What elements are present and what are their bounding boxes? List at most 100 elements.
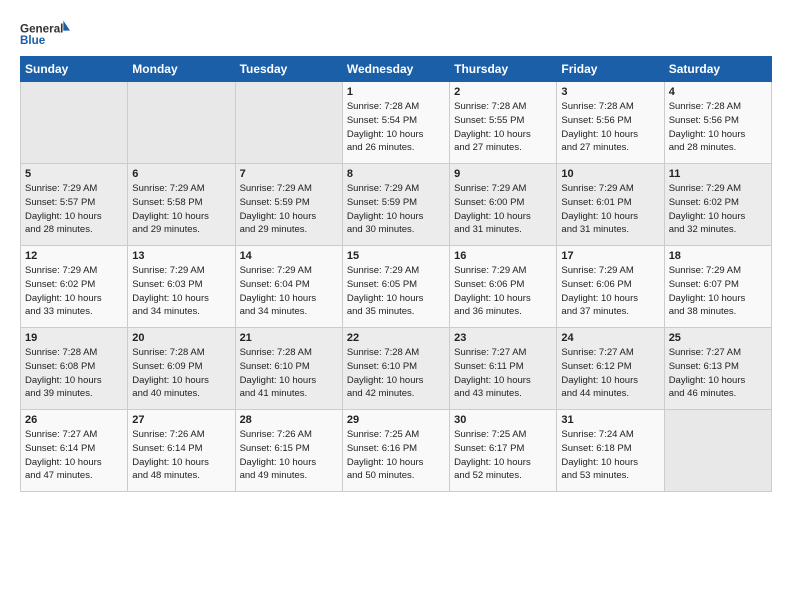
calendar-cell (235, 82, 342, 164)
calendar-cell: 29Sunrise: 7:25 AM Sunset: 6:16 PM Dayli… (342, 410, 449, 492)
day-info: Sunrise: 7:28 AM Sunset: 6:08 PM Dayligh… (25, 346, 123, 401)
weekday-header-sunday: Sunday (21, 57, 128, 82)
day-info: Sunrise: 7:29 AM Sunset: 6:01 PM Dayligh… (561, 182, 659, 237)
day-info: Sunrise: 7:28 AM Sunset: 6:09 PM Dayligh… (132, 346, 230, 401)
weekday-header-saturday: Saturday (664, 57, 771, 82)
day-number: 18 (669, 250, 767, 262)
weekday-header-friday: Friday (557, 57, 664, 82)
calendar-cell: 28Sunrise: 7:26 AM Sunset: 6:15 PM Dayli… (235, 410, 342, 492)
day-number: 7 (240, 168, 338, 180)
day-info: Sunrise: 7:29 AM Sunset: 6:03 PM Dayligh… (132, 264, 230, 319)
calendar-cell: 15 Sunrise: 7:29 AM Sunset: 6:05 PM Dayli… (342, 246, 449, 328)
day-info: Sunrise: 7:29 AM Sunset: 6:06 PM Dayligh… (454, 264, 552, 319)
calendar-cell: 3 Sunrise: 7:28 AM Sunset: 5:56 PM Daylig… (557, 82, 664, 164)
day-number: 14 (240, 250, 338, 262)
calendar-cell: 11 Sunrise: 7:29 AM Sunset: 6:02 PM Dayli… (664, 164, 771, 246)
day-info: Sunrise: 7:28 AM Sunset: 6:10 PM Dayligh… (240, 346, 338, 401)
svg-text:Blue: Blue (20, 34, 46, 47)
calendar-cell: 4Sunrise: 7:28 AM Sunset: 5:56 PM Daylig… (664, 82, 771, 164)
day-number: 15 (347, 250, 445, 262)
calendar-table: SundayMondayTuesdayWednesdayThursdayFrid… (20, 56, 772, 492)
calendar-cell (128, 82, 235, 164)
week-row-5: 26 Sunrise: 7:27 AM Sunset: 6:14 PM Dayli… (21, 410, 772, 492)
calendar-cell: 10 Sunrise: 7:29 AM Sunset: 6:01 PM Dayli… (557, 164, 664, 246)
calendar-cell: 23 Sunrise: 7:27 AM Sunset: 6:11 PM Dayli… (450, 328, 557, 410)
calendar-cell: 19Sunrise: 7:28 AM Sunset: 6:08 PM Dayli… (21, 328, 128, 410)
week-row-2: 5Sunrise: 7:29 AM Sunset: 5:57 PM Daylig… (21, 164, 772, 246)
week-row-1: 1Sunrise: 7:28 AM Sunset: 5:54 PM Daylig… (21, 82, 772, 164)
weekday-header-thursday: Thursday (450, 57, 557, 82)
page: GeneralBlue SundayMondayTuesdayWednesday… (0, 0, 792, 612)
day-info: Sunrise: 7:29 AM Sunset: 6:00 PM Dayligh… (454, 182, 552, 237)
day-number: 8 (347, 168, 445, 180)
calendar-cell: 7 Sunrise: 7:29 AM Sunset: 5:59 PM Daylig… (235, 164, 342, 246)
calendar-cell: 30Sunrise: 7:25 AM Sunset: 6:17 PM Dayli… (450, 410, 557, 492)
day-number: 11 (669, 168, 767, 180)
day-number: 28 (240, 414, 338, 426)
day-info: Sunrise: 7:29 AM Sunset: 5:58 PM Dayligh… (132, 182, 230, 237)
day-info: Sunrise: 7:29 AM Sunset: 6:02 PM Dayligh… (25, 264, 123, 319)
calendar-cell: 31 Sunrise: 7:24 AM Sunset: 6:18 PM Dayli… (557, 410, 664, 492)
calendar-cell: 12 Sunrise: 7:29 AM Sunset: 6:02 PM Dayli… (21, 246, 128, 328)
day-info: Sunrise: 7:27 AM Sunset: 6:11 PM Dayligh… (454, 346, 552, 401)
calendar-cell: 6 Sunrise: 7:29 AM Sunset: 5:58 PM Daylig… (128, 164, 235, 246)
day-number: 24 (561, 332, 659, 344)
day-number: 2 (454, 86, 552, 98)
week-row-4: 19Sunrise: 7:28 AM Sunset: 6:08 PM Dayli… (21, 328, 772, 410)
day-number: 23 (454, 332, 552, 344)
day-info: Sunrise: 7:28 AM Sunset: 5:56 PM Dayligh… (561, 100, 659, 155)
calendar-cell: 16Sunrise: 7:29 AM Sunset: 6:06 PM Dayli… (450, 246, 557, 328)
day-info: Sunrise: 7:29 AM Sunset: 5:57 PM Dayligh… (25, 182, 123, 237)
day-number: 10 (561, 168, 659, 180)
calendar-cell: 22Sunrise: 7:28 AM Sunset: 6:10 PM Dayli… (342, 328, 449, 410)
day-info: Sunrise: 7:24 AM Sunset: 6:18 PM Dayligh… (561, 428, 659, 483)
weekday-header-tuesday: Tuesday (235, 57, 342, 82)
calendar-cell: 9 Sunrise: 7:29 AM Sunset: 6:00 PM Daylig… (450, 164, 557, 246)
header: GeneralBlue (20, 18, 772, 50)
day-info: Sunrise: 7:29 AM Sunset: 5:59 PM Dayligh… (347, 182, 445, 237)
day-number: 26 (25, 414, 123, 426)
day-number: 31 (561, 414, 659, 426)
calendar-cell: 13 Sunrise: 7:29 AM Sunset: 6:03 PM Dayli… (128, 246, 235, 328)
day-info: Sunrise: 7:28 AM Sunset: 5:56 PM Dayligh… (669, 100, 767, 155)
day-number: 12 (25, 250, 123, 262)
calendar-cell: 24 Sunrise: 7:27 AM Sunset: 6:12 PM Dayli… (557, 328, 664, 410)
logo-svg: GeneralBlue (20, 18, 70, 50)
calendar-cell: 17Sunrise: 7:29 AM Sunset: 6:06 PM Dayli… (557, 246, 664, 328)
calendar-cell: 2 Sunrise: 7:28 AM Sunset: 5:55 PM Daylig… (450, 82, 557, 164)
day-info: Sunrise: 7:27 AM Sunset: 6:12 PM Dayligh… (561, 346, 659, 401)
day-number: 6 (132, 168, 230, 180)
day-number: 9 (454, 168, 552, 180)
calendar-cell: 20 Sunrise: 7:28 AM Sunset: 6:09 PM Dayli… (128, 328, 235, 410)
day-info: Sunrise: 7:29 AM Sunset: 5:59 PM Dayligh… (240, 182, 338, 237)
day-info: Sunrise: 7:26 AM Sunset: 6:14 PM Dayligh… (132, 428, 230, 483)
day-info: Sunrise: 7:25 AM Sunset: 6:17 PM Dayligh… (454, 428, 552, 483)
day-number: 27 (132, 414, 230, 426)
day-number: 17 (561, 250, 659, 262)
calendar-cell (21, 82, 128, 164)
calendar-cell: 18 Sunrise: 7:29 AM Sunset: 6:07 PM Dayli… (664, 246, 771, 328)
calendar-cell: 21Sunrise: 7:28 AM Sunset: 6:10 PM Dayli… (235, 328, 342, 410)
day-number: 3 (561, 86, 659, 98)
calendar-cell: 8 Sunrise: 7:29 AM Sunset: 5:59 PM Daylig… (342, 164, 449, 246)
day-info: Sunrise: 7:28 AM Sunset: 6:10 PM Dayligh… (347, 346, 445, 401)
logo: GeneralBlue (20, 18, 70, 50)
calendar-cell: 1Sunrise: 7:28 AM Sunset: 5:54 PM Daylig… (342, 82, 449, 164)
calendar-cell (664, 410, 771, 492)
day-info: Sunrise: 7:29 AM Sunset: 6:02 PM Dayligh… (669, 182, 767, 237)
day-info: Sunrise: 7:29 AM Sunset: 6:07 PM Dayligh… (669, 264, 767, 319)
calendar-cell: 26 Sunrise: 7:27 AM Sunset: 6:14 PM Dayli… (21, 410, 128, 492)
weekday-header-monday: Monday (128, 57, 235, 82)
day-info: Sunrise: 7:29 AM Sunset: 6:04 PM Dayligh… (240, 264, 338, 319)
calendar-cell: 27 Sunrise: 7:26 AM Sunset: 6:14 PM Dayli… (128, 410, 235, 492)
weekday-header-row: SundayMondayTuesdayWednesdayThursdayFrid… (21, 57, 772, 82)
day-number: 20 (132, 332, 230, 344)
weekday-header-wednesday: Wednesday (342, 57, 449, 82)
day-info: Sunrise: 7:27 AM Sunset: 6:14 PM Dayligh… (25, 428, 123, 483)
day-info: Sunrise: 7:27 AM Sunset: 6:13 PM Dayligh… (669, 346, 767, 401)
day-number: 13 (132, 250, 230, 262)
day-info: Sunrise: 7:28 AM Sunset: 5:55 PM Dayligh… (454, 100, 552, 155)
day-info: Sunrise: 7:29 AM Sunset: 6:05 PM Dayligh… (347, 264, 445, 319)
day-number: 25 (669, 332, 767, 344)
day-number: 1 (347, 86, 445, 98)
